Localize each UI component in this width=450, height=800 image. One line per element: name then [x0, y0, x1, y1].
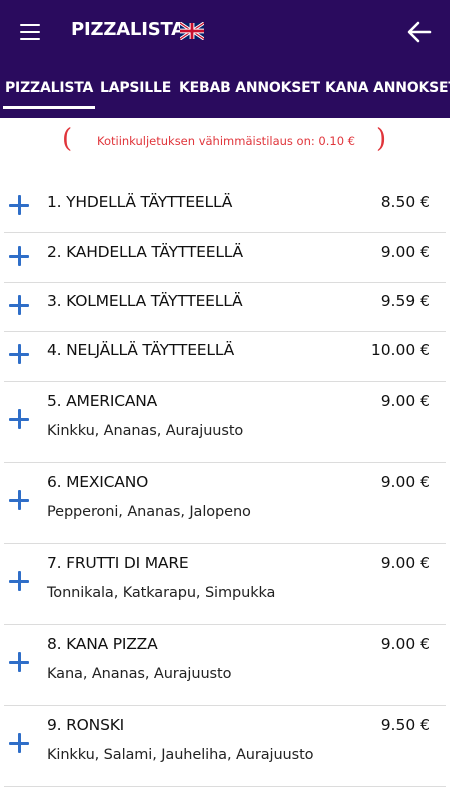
- menu-item[interactable]: 1. YHDELLÄ TÄYTTEELLÄ 8.50 €: [4, 175, 446, 233]
- tab-pizzalista[interactable]: PIZZALISTA: [5, 80, 93, 96]
- add-item-icon[interactable]: [9, 490, 29, 510]
- minimum-order-text: Kotiinkuljetuksen vähimmäistilaus on: 0.…: [96, 134, 355, 148]
- add-item-icon[interactable]: [9, 295, 29, 315]
- tab-kebab-annokset[interactable]: KEBAB ANNOKSET: [179, 80, 320, 96]
- menu-item[interactable]: 3. KOLMELLA TÄYTTEELLÄ 9.59 €: [4, 283, 446, 332]
- item-description: Kinkku, Salami, Jauheliha, Aurajuusto: [47, 747, 314, 763]
- hamburger-menu-icon[interactable]: [20, 24, 42, 40]
- add-item-icon[interactable]: [9, 246, 29, 266]
- add-item-icon[interactable]: [9, 409, 29, 429]
- top-bar: PIZZALISTA: [0, 0, 450, 64]
- menu-item[interactable]: 6. MEXICANO 9.00 € Pepperoni, Ananas, Ja…: [4, 463, 446, 544]
- item-description: Pepperoni, Ananas, Jalopeno: [47, 504, 251, 520]
- add-item-icon[interactable]: [9, 195, 29, 215]
- tab-lapsille[interactable]: LAPSILLE: [100, 80, 171, 96]
- menu-item[interactable]: 8. KANA PIZZA 9.00 € Kana, Ananas, Auraj…: [4, 625, 446, 706]
- arrow-left-icon[interactable]: [406, 20, 432, 44]
- add-item-icon[interactable]: [9, 344, 29, 364]
- menu-item[interactable]: 2. KAHDELLA TÄYTTEELLÄ 9.00 €: [4, 233, 446, 283]
- menu-item[interactable]: 7. FRUTTI DI MARE 9.00 € Tonnikala, Katk…: [4, 544, 446, 625]
- add-item-icon[interactable]: [9, 733, 29, 753]
- add-item-icon[interactable]: [9, 652, 29, 672]
- menu-item[interactable]: 4. NELJÄLLÄ TÄYTTEELLÄ 10.00 €: [4, 332, 446, 382]
- add-item-icon[interactable]: [9, 571, 29, 591]
- active-tab-indicator: [3, 106, 95, 109]
- menu-item[interactable]: 5. AMERICANA 9.00 € Kinkku, Ananas, Aura…: [4, 382, 446, 463]
- page-title: PIZZALISTA: [71, 19, 185, 40]
- uk-flag-icon[interactable]: [180, 22, 204, 40]
- notice-open-bracket: (: [62, 124, 73, 154]
- item-description: Kinkku, Ananas, Aurajuusto: [47, 423, 244, 439]
- item-description: Tonnikala, Katkarapu, Simpukka: [47, 585, 276, 601]
- minimum-order-notice: ( Kotiinkuljetuksen vähimmäistilaus on: …: [0, 124, 450, 158]
- item-description: Kana, Ananas, Aurajuusto: [47, 666, 232, 682]
- tab-kana-annokset[interactable]: KANA ANNOKSET: [325, 80, 450, 96]
- category-tabs: PIZZALISTA LAPSILLE KEBAB ANNOKSET KANA …: [0, 76, 450, 110]
- app-header: PIZZALISTA PIZZALISTA LAPSILLE KEBAB ANN…: [0, 0, 450, 118]
- notice-close-bracket: ): [376, 124, 387, 154]
- menu-item[interactable]: 9. RONSKI 9.50 € Kinkku, Salami, Jauheli…: [4, 706, 446, 787]
